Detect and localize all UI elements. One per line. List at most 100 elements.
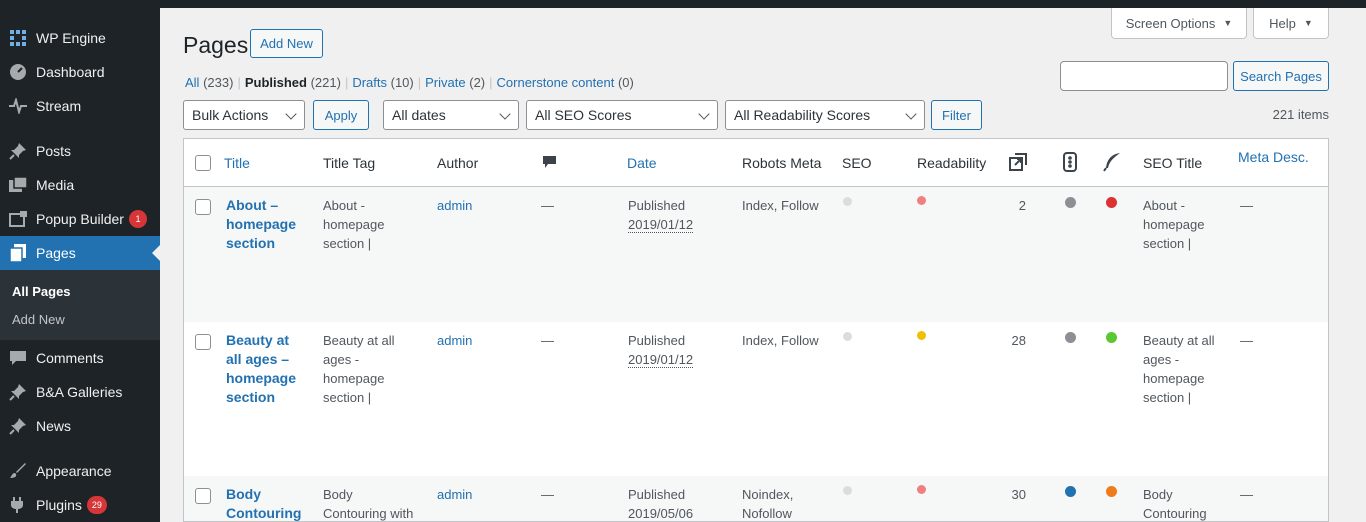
sidebar-item-label: Plugins (36, 497, 82, 513)
screen-options-label: Screen Options (1125, 15, 1216, 31)
title-tag-cell: Body Contouring with (323, 487, 414, 521)
column-seo: SEO (842, 155, 872, 171)
pages-submenu: All Pages Add New (0, 270, 160, 340)
row-checkbox[interactable] (195, 488, 211, 504)
pin-icon (8, 141, 28, 161)
page-title-link[interactable]: About – homepage section (226, 196, 311, 253)
sidebar-item-label: Media (36, 177, 75, 193)
screen-options-button[interactable]: Screen Options ▼ (1111, 8, 1247, 39)
page-title-link[interactable]: Beauty at all ages – homepage section (226, 331, 311, 407)
sidebar-item-posts[interactable]: Posts (0, 134, 160, 168)
sidebar-item-news[interactable]: News (0, 409, 160, 443)
status-dot (1065, 197, 1076, 208)
plugin-icon (8, 495, 28, 515)
column-date[interactable]: Date (627, 155, 657, 171)
sidebar-item-appearance[interactable]: Appearance (0, 454, 160, 488)
table-row: Beauty at all ages – homepage section Beaut… (184, 322, 1328, 476)
sidebar-item-label: News (36, 418, 72, 434)
caret-down-icon: ▼ (1303, 18, 1313, 28)
pages-icon (8, 243, 28, 263)
readability-score-dot (917, 196, 926, 205)
title-tag-cell: Beauty at all ages - homepage section | (323, 333, 395, 405)
select-all-checkbox[interactable] (195, 155, 211, 171)
column-title[interactable]: Title (224, 155, 250, 171)
sidebar-item-label: Popup Builder (36, 211, 124, 227)
author-link[interactable]: admin (437, 196, 472, 215)
meta-desc-cell: — (1240, 198, 1253, 213)
bulk-actions-select[interactable]: Bulk Actions (183, 100, 305, 130)
row-checkbox[interactable] (195, 199, 211, 215)
chevron-down-icon (698, 108, 710, 120)
date-cell: Published 2019/01/12 (628, 333, 694, 368)
status-dot (1106, 486, 1117, 497)
pin-icon (8, 382, 28, 402)
robots-meta-cell: Index, Follow (742, 333, 819, 348)
author-link[interactable]: admin (437, 485, 472, 504)
sidebar-item-label: Dashboard (36, 64, 105, 80)
row-checkbox[interactable] (195, 334, 211, 350)
comments-cell: — (541, 333, 554, 348)
search-input[interactable] (1060, 61, 1228, 91)
sidebar-item-label: Pages (36, 245, 76, 261)
seo-score-filter-value: All SEO Scores (535, 107, 632, 123)
sidebar-item-stream[interactable]: Stream (0, 89, 160, 123)
media-icon (8, 175, 28, 195)
search-pages-button[interactable]: Search Pages (1233, 61, 1329, 91)
sidebar-item-ba-galleries[interactable]: B&A Galleries (0, 375, 160, 409)
column-seo-title: SEO Title (1143, 155, 1203, 171)
internal-links-icon (1008, 152, 1028, 175)
sidebar-item-dashboard[interactable]: Dashboard (0, 55, 160, 89)
add-new-button[interactable]: Add New (250, 29, 323, 58)
items-count: 221 items (1272, 107, 1329, 122)
comments-cell: — (541, 487, 554, 502)
sidebar-item-media[interactable]: Media (0, 168, 160, 202)
view-private[interactable]: Private (2) (425, 75, 485, 90)
help-button[interactable]: Help ▼ (1253, 8, 1329, 39)
readability-filter-value: All Readability Scores (734, 107, 871, 123)
column-title-tag: Title Tag (323, 155, 376, 171)
dashboard-icon (8, 62, 28, 82)
activity-icon (8, 96, 28, 116)
sidebar-item-label: Comments (36, 350, 104, 366)
status-dot (1065, 486, 1076, 497)
date-filter-select[interactable]: All dates (383, 100, 519, 130)
view-cornerstone[interactable]: Cornerstone content (0) (497, 75, 634, 90)
comment-icon[interactable] (542, 155, 557, 173)
seo-title-cell: About - homepage section | (1143, 198, 1205, 251)
apply-button[interactable]: Apply (313, 100, 369, 130)
sidebar-item-label: WP Engine (36, 30, 106, 46)
column-meta-desc[interactable]: Meta Desc. (1238, 149, 1309, 165)
sidebar-item-label: B&A Galleries (36, 384, 123, 400)
column-readability: Readability (917, 155, 987, 171)
meta-desc-cell: — (1240, 333, 1253, 348)
table-row: Body Contouring Body Contouring with admin… (184, 476, 1328, 521)
sidebar-item-comments[interactable]: Comments (0, 341, 160, 375)
view-published[interactable]: Published (221) (245, 75, 341, 90)
readability-filter-select[interactable]: All Readability Scores (725, 100, 925, 130)
author-link[interactable]: admin (437, 331, 472, 350)
seo-score-filter-select[interactable]: All SEO Scores (526, 100, 718, 130)
internal-links-count: 2 (1018, 198, 1026, 213)
views-filter: All (233) | Published (221) | Drafts (10) | Pr… (185, 75, 634, 90)
column-author: Author (437, 155, 479, 171)
submenu-all-pages[interactable]: All Pages (12, 284, 71, 299)
sidebar-item-wp-engine[interactable]: WP Engine (0, 21, 160, 55)
date-cell: Published 2019/05/06 (628, 487, 694, 521)
submenu-add-new[interactable]: Add New (12, 312, 65, 327)
view-all[interactable]: All (233) (185, 75, 233, 90)
filter-button[interactable]: Filter (931, 100, 982, 130)
robots-meta-cell: Noindex, Nofollow (742, 487, 794, 521)
update-count-badge: 29 (86, 496, 107, 514)
date-cell: Published 2019/01/12 (628, 198, 694, 233)
admin-bar (0, 0, 1366, 8)
sidebar-item-popup-builder[interactable]: Popup Builder 1 (0, 202, 160, 236)
readability-score-dot (917, 485, 926, 494)
seo-score-dot (843, 332, 852, 341)
internal-links-count: 30 (1011, 487, 1026, 502)
view-drafts[interactable]: Drafts (10) (352, 75, 413, 90)
sidebar-item-pages[interactable]: Pages (0, 236, 160, 270)
sidebar-item-plugins[interactable]: Plugins 29 (0, 488, 160, 522)
comment-icon (8, 348, 28, 368)
brush-icon (8, 461, 28, 481)
page-title-link[interactable]: Body Contouring (226, 485, 311, 521)
